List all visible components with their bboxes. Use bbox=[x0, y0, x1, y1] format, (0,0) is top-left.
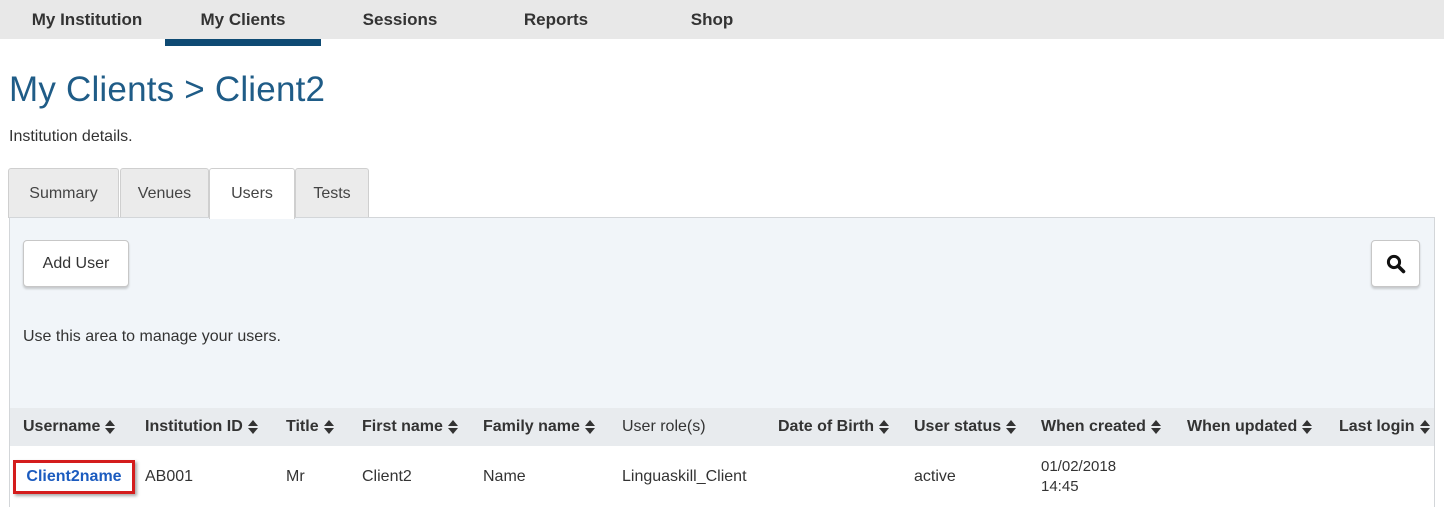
nav-item-sessions[interactable]: Sessions bbox=[330, 0, 470, 39]
sort-icon bbox=[1150, 420, 1161, 434]
tab-tests[interactable]: Tests bbox=[295, 168, 369, 218]
cell-when-created: 01/02/2018 14:45 bbox=[1041, 446, 1116, 507]
column-label: User role(s) bbox=[622, 418, 706, 435]
sort-icon bbox=[447, 420, 458, 434]
panel-description: Use this area to manage your users. bbox=[23, 328, 281, 345]
column-header-first-name[interactable]: First name bbox=[362, 408, 458, 446]
sort-icon bbox=[1419, 420, 1430, 434]
nav-item-shop[interactable]: Shop bbox=[642, 0, 782, 39]
nav-item-reports[interactable]: Reports bbox=[486, 0, 626, 39]
users-panel: Add User Use this area to manage your us… bbox=[9, 217, 1435, 507]
top-navigation: My Institution My Clients Sessions Repor… bbox=[0, 0, 1444, 46]
column-header-family-name[interactable]: Family name bbox=[483, 408, 595, 446]
search-button[interactable] bbox=[1371, 240, 1420, 287]
username-link[interactable]: Client2name bbox=[13, 460, 135, 494]
add-user-button[interactable]: Add User bbox=[23, 240, 129, 287]
created-time: 14:45 bbox=[1041, 478, 1079, 495]
sort-icon bbox=[1302, 420, 1313, 434]
tab-venues[interactable]: Venues bbox=[120, 168, 209, 218]
column-label: Date of Birth bbox=[778, 418, 874, 435]
column-header-when-updated[interactable]: When updated bbox=[1187, 408, 1313, 446]
column-header-last-login[interactable]: Last login bbox=[1339, 408, 1430, 446]
sort-icon bbox=[247, 420, 258, 434]
page-title: My Clients > Client2 bbox=[9, 70, 326, 109]
nav-item-my-clients[interactable]: My Clients bbox=[165, 0, 321, 39]
page-subtitle: Institution details. bbox=[9, 128, 133, 145]
cell-institution-id: AB001 bbox=[145, 468, 194, 485]
nav-active-indicator bbox=[165, 39, 321, 46]
column-label: Institution ID bbox=[145, 418, 243, 435]
cell-user-status: active bbox=[914, 468, 956, 485]
sort-icon bbox=[105, 420, 116, 434]
sort-icon bbox=[1006, 420, 1017, 434]
cell-title: Mr bbox=[286, 468, 305, 485]
table-row: Client2name AB001 Mr Client2 Name Lingua… bbox=[10, 446, 1434, 507]
column-header-username[interactable]: Username bbox=[23, 408, 116, 446]
column-label: When created bbox=[1041, 418, 1146, 435]
column-label: When updated bbox=[1187, 418, 1298, 435]
column-label: Username bbox=[23, 418, 101, 435]
column-label: Family name bbox=[483, 418, 580, 435]
sort-icon bbox=[879, 420, 889, 434]
column-header-title[interactable]: Title bbox=[286, 408, 334, 446]
column-label: Title bbox=[286, 418, 319, 435]
column-label: User status bbox=[914, 418, 1002, 435]
column-label: First name bbox=[362, 418, 443, 435]
search-icon bbox=[1386, 254, 1406, 274]
cell-family-name: Name bbox=[483, 468, 526, 485]
created-date: 01/02/2018 bbox=[1041, 458, 1117, 475]
cell-first-name: Client2 bbox=[362, 468, 412, 485]
cell-user-roles: Linguaskill_Client bbox=[622, 468, 747, 485]
users-table-header: Username Institution ID Title First name… bbox=[10, 408, 1434, 446]
sort-icon bbox=[323, 420, 334, 434]
column-label: Last login bbox=[1339, 418, 1415, 435]
column-header-date-of-birth[interactable]: Date of Birth bbox=[778, 408, 889, 446]
column-header-when-created[interactable]: When created bbox=[1041, 408, 1161, 446]
column-header-user-roles: User role(s) bbox=[622, 408, 706, 446]
nav-item-my-institution[interactable]: My Institution bbox=[14, 0, 160, 39]
tab-users[interactable]: Users bbox=[209, 168, 295, 219]
tab-summary[interactable]: Summary bbox=[8, 168, 119, 218]
column-header-user-status[interactable]: User status bbox=[914, 408, 1017, 446]
column-header-institution-id[interactable]: Institution ID bbox=[145, 408, 258, 446]
sort-icon bbox=[584, 420, 595, 434]
